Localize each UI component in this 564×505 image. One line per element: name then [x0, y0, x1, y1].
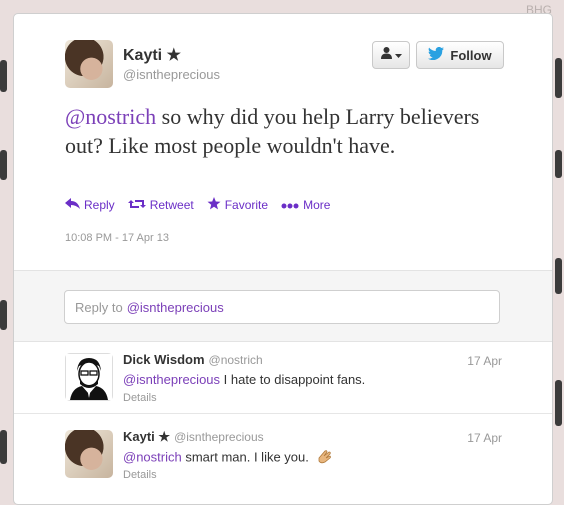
tweet-actions: Reply Retweet Favorite More: [65, 197, 330, 213]
more-dots-icon: [281, 198, 299, 212]
reply-mention[interactable]: @isntheprecious: [123, 372, 220, 387]
background-decor: [0, 60, 7, 92]
reply-author-handle[interactable]: @nostrich: [209, 353, 263, 367]
background-decor: [555, 150, 562, 178]
reply-author-name[interactable]: Dick Wisdom: [123, 352, 205, 367]
favorite-action[interactable]: Favorite: [207, 197, 268, 213]
retweet-label: Retweet: [149, 198, 194, 212]
background-decor: [555, 380, 562, 426]
reply-author-name[interactable]: Kayti ★: [123, 429, 170, 444]
details-link[interactable]: Details: [123, 469, 157, 481]
author-name[interactable]: Kayti ★: [123, 45, 181, 65]
reply-author: Kayti ★ @isntheprecious: [123, 429, 264, 445]
reply-placeholder-prefix: Reply to: [75, 299, 123, 315]
tweet-mention[interactable]: @nostrich: [65, 104, 156, 129]
background-decor: [0, 430, 7, 464]
reply-area: Reply to @isntheprecious: [14, 270, 552, 342]
author-handle[interactable]: @isntheprecious: [123, 67, 220, 82]
tweet-timestamp[interactable]: 10:08 PM - 17 Apr 13: [65, 232, 169, 244]
reply-item[interactable]: Dick Wisdom @nostrich 17 Apr @isnthepreci…: [14, 341, 552, 414]
star-icon: [207, 197, 221, 213]
favorite-label: Favorite: [224, 198, 269, 212]
avatar[interactable]: [65, 353, 113, 401]
retweet-icon: [127, 198, 146, 213]
background-decor: [0, 300, 7, 330]
reply-mention[interactable]: @nostrich: [123, 449, 182, 464]
clapping-hands-icon: [316, 449, 333, 467]
reply-label: Reply: [84, 198, 115, 212]
reply-action[interactable]: Reply: [65, 197, 115, 213]
chevron-down-icon: [395, 46, 402, 64]
more-label: More: [303, 198, 331, 212]
avatar[interactable]: [65, 40, 113, 88]
user-actions-button[interactable]: [372, 41, 410, 69]
avatar[interactable]: [65, 430, 113, 478]
twitter-bird-icon: [428, 46, 445, 63]
reply-author: Dick Wisdom @nostrich: [123, 352, 263, 367]
follow-button[interactable]: Follow: [416, 41, 504, 69]
background-decor: [0, 150, 7, 180]
tweet-card: Kayti ★ @isntheprecious Follow @nostrich…: [13, 13, 553, 505]
follow-label: Follow: [450, 47, 492, 63]
portrait-illustration: [66, 354, 112, 400]
reply-text: @nostrich smart man. I like you.: [123, 449, 333, 467]
reply-author-handle[interactable]: @isntheprecious: [174, 430, 264, 444]
tweet-text: @nostrich so why did you help Larry beli…: [65, 102, 505, 160]
main-tweet: Kayti ★ @isntheprecious Follow @nostrich…: [14, 14, 552, 270]
reply-body: smart man. I like you.: [181, 449, 309, 465]
more-action[interactable]: More: [281, 197, 330, 213]
reply-date[interactable]: 17 Apr: [467, 431, 502, 445]
reply-text: @isntheprecious I hate to disappoint fan…: [123, 372, 365, 387]
person-icon: [380, 46, 393, 64]
reply-body: I hate to disappoint fans.: [220, 372, 366, 387]
reply-date[interactable]: 17 Apr: [467, 354, 502, 368]
background-decor: [555, 58, 562, 98]
details-link[interactable]: Details: [123, 392, 157, 404]
reply-icon: [65, 198, 80, 212]
retweet-action[interactable]: Retweet: [127, 197, 194, 213]
reply-item[interactable]: Kayti ★ @isntheprecious 17 Apr @nostrich …: [14, 414, 552, 504]
reply-placeholder-mention: @isntheprecious: [126, 299, 224, 315]
background-decor: [555, 258, 562, 294]
reply-input[interactable]: Reply to @isntheprecious: [64, 290, 500, 324]
